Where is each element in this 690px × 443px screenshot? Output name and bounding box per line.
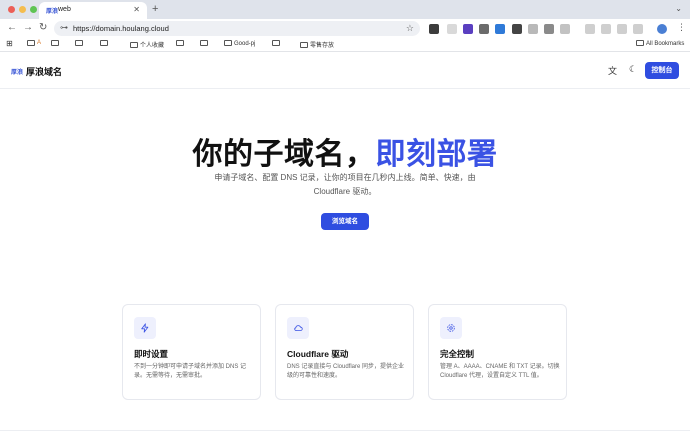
- feature-description: DNS 记录直接与 Cloudflare 同步，提供企业级的可靠性和速度。: [287, 364, 405, 379]
- lightning-icon: [134, 317, 156, 339]
- cloud-icon: [287, 317, 309, 339]
- extension-puzzle-icon[interactable]: [544, 24, 554, 34]
- bookmark-folder-3[interactable]: [75, 40, 85, 47]
- bookmark-folder-2[interactable]: [51, 40, 61, 47]
- new-tab-button[interactable]: +: [152, 3, 158, 15]
- folder-icon: [100, 40, 108, 46]
- extension-media-icon[interactable]: [585, 24, 595, 34]
- bookmark-retail[interactable]: 零售存放: [300, 40, 334, 49]
- all-bookmarks[interactable]: All Bookmarks: [636, 40, 684, 47]
- browse-domains-button[interactable]: 浏览域名: [321, 213, 369, 230]
- bookmark-label: 零售存放: [310, 43, 335, 49]
- folder-icon: [27, 40, 35, 46]
- extension-badge-icon[interactable]: [463, 24, 473, 34]
- extension-translate-icon[interactable]: [447, 24, 457, 34]
- site-brand[interactable]: 厚浪域名: [26, 65, 62, 78]
- extension-shield-icon[interactable]: [429, 24, 439, 34]
- hero-title-main: 你的子域名，: [192, 138, 376, 171]
- site-info-icon[interactable]: ⊶: [60, 23, 68, 32]
- console-button[interactable]: 控制台: [645, 62, 679, 79]
- hero-title: 你的子域名，即刻部署: [0, 129, 690, 173]
- bookmark-personal[interactable]: 个人收藏: [130, 40, 164, 49]
- bookmark-folder-6[interactable]: [200, 40, 210, 47]
- tab-favicon: 厚浪: [46, 9, 59, 15]
- tab-title: web: [58, 6, 71, 13]
- folder-icon: [272, 40, 280, 46]
- bookmark-folder-5[interactable]: [176, 40, 186, 47]
- feature-description: 不到一分钟即可申请子域名并添加 DNS 记录。无需等待，无需审批。: [134, 364, 247, 379]
- extension-arrow-icon[interactable]: [560, 24, 570, 34]
- tab-search-chevron-icon[interactable]: ⌄: [675, 4, 682, 13]
- feature-title: 完全控制: [440, 349, 475, 359]
- tab-close-icon[interactable]: ✕: [133, 5, 140, 14]
- bookmarks-bar: ⊞ A 个人收藏 Good-pj 零售存放 All Bookmarks: [0, 38, 690, 52]
- folder-icon: [224, 40, 232, 46]
- feature-title: 即时设置: [134, 349, 169, 359]
- hero-title-accent: 即刻部署: [375, 138, 498, 171]
- extension-sync-icon[interactable]: [495, 24, 505, 34]
- browser-tab-active[interactable]: 厚浪 web ✕: [39, 2, 147, 19]
- all-bookmarks-label: All Bookmarks: [646, 41, 685, 47]
- hero-subtitle: 申请子域名、配置 DNS 记录，让你的项目在几秒内上线。简单、快速，由 Clou…: [214, 173, 476, 196]
- bookmark-folder-7[interactable]: [272, 40, 282, 47]
- bookmark-a[interactable]: A: [37, 40, 41, 46]
- minimize-window-button[interactable]: [19, 6, 26, 13]
- address-bar[interactable]: ⊶ https://domain.houlang.cloud ☆: [54, 21, 420, 36]
- folder-icon: [130, 42, 138, 48]
- folder-icon: [300, 42, 308, 48]
- bookmark-folder-4[interactable]: [100, 40, 110, 47]
- site-header: 厚浪 厚浪域名 文 ☾ 控制台: [0, 53, 690, 89]
- extension-dropdown-icon[interactable]: [601, 24, 611, 34]
- site-logo[interactable]: 厚浪: [11, 67, 23, 76]
- bookmark-label: 个人收藏: [140, 43, 165, 49]
- folder-icon: [200, 40, 208, 46]
- apps-grid-icon[interactable]: ⊞: [6, 39, 13, 48]
- language-icon[interactable]: 文: [608, 64, 617, 77]
- bookmark-good[interactable]: Good-pj: [224, 40, 255, 47]
- feature-card-control: 完全控制 管理 A、AAAA、CNAME 和 TXT 记录。切换 Cloudfl…: [428, 304, 567, 400]
- folder-icon: [75, 40, 83, 46]
- folder-icon: [176, 40, 184, 46]
- forward-button[interactable]: →: [23, 22, 33, 34]
- maximize-window-button[interactable]: [30, 6, 37, 13]
- extension-grid-icon[interactable]: [528, 24, 538, 34]
- bookmark-folder-1[interactable]: [27, 40, 37, 47]
- extension-lock-icon[interactable]: [479, 24, 489, 34]
- web-page: 厚浪 厚浪域名 文 ☾ 控制台 你的子域名，即刻部署 申请子域名、配置 DNS …: [0, 53, 690, 443]
- extension-sidepanel-icon[interactable]: [633, 24, 643, 34]
- feature-card-instant: 即时设置 不到一分钟即可申请子域名并添加 DNS 记录。无需等待，无需审批。: [122, 304, 261, 400]
- close-window-button[interactable]: [8, 6, 15, 13]
- folder-icon: [636, 40, 644, 46]
- footer-divider: [0, 430, 690, 431]
- feature-title: Cloudflare 驱动: [287, 349, 349, 359]
- feature-card-cloudflare: Cloudflare 驱动 DNS 记录直接与 Cloudflare 同步，提供…: [275, 304, 414, 400]
- gear-icon: [440, 317, 462, 339]
- extension-app-icon[interactable]: [512, 24, 522, 34]
- back-button[interactable]: ←: [7, 22, 17, 34]
- extension-code-icon[interactable]: [617, 24, 627, 34]
- browser-toolbar: ← → ↻ ⊶ https://domain.houlang.cloud ☆: [0, 19, 690, 38]
- bookmark-label: Good-pj: [234, 41, 256, 47]
- reload-button[interactable]: ↻: [39, 22, 47, 34]
- feature-description: 管理 A、AAAA、CNAME 和 TXT 记录。切换 Cloudflare 代…: [440, 364, 560, 379]
- browser-tab-bar: 厚浪 web ✕ + ⌄: [0, 0, 690, 19]
- dark-mode-moon-icon[interactable]: ☾: [629, 64, 637, 75]
- folder-icon: [51, 40, 59, 46]
- browser-menu-icon[interactable]: ⋮: [677, 22, 686, 33]
- url-text[interactable]: https://domain.houlang.cloud: [73, 24, 169, 33]
- profile-avatar[interactable]: [657, 24, 667, 34]
- bookmark-star-icon[interactable]: ☆: [406, 23, 414, 34]
